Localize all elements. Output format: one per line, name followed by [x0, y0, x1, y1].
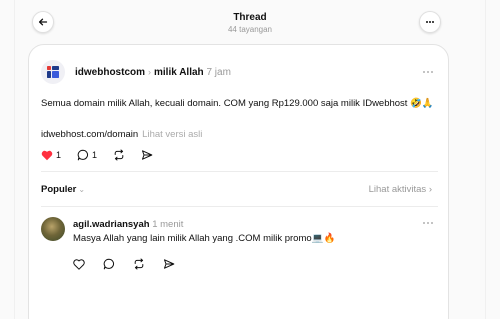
- page-border-right: [485, 0, 486, 319]
- chevron-right-icon: ›: [428, 184, 432, 195]
- breadcrumb-separator: ›: [148, 67, 152, 77]
- post-header: idwebhostcom › milik Allah 7 jam: [75, 67, 231, 78]
- reply-more-button[interactable]: [422, 216, 434, 228]
- post-more-button[interactable]: [422, 65, 434, 77]
- repost-icon: [114, 149, 124, 161]
- reply-like-button[interactable]: [73, 258, 85, 270]
- thread-card: idwebhostcom › milik Allah 7 jam Semua dom…: [28, 44, 449, 319]
- more-horizontal-icon: [423, 222, 433, 224]
- like-button[interactable]: 1: [41, 150, 61, 161]
- comment-icon: [103, 258, 115, 270]
- post-link[interactable]: idwebhost.com/domain: [41, 129, 138, 140]
- reply-comment-button[interactable]: [103, 258, 115, 270]
- reply-username[interactable]: agil.wadriansyah: [73, 219, 150, 230]
- comment-icon: [77, 149, 89, 161]
- reply-text: Masya Allah yang lain milik Allah yang .…: [73, 233, 336, 244]
- send-icon: [142, 150, 153, 160]
- post-text: Semua domain milik Allah, kecuali domain…: [41, 98, 434, 109]
- view-activity-label: Lihat aktivitas: [368, 184, 427, 195]
- reply-time: 1 menit: [152, 219, 184, 230]
- divider: [41, 171, 438, 172]
- more-horizontal-icon: [423, 71, 433, 73]
- view-activity-link[interactable]: Lihat aktivitas ›: [369, 184, 432, 195]
- repost-icon: [134, 258, 144, 270]
- post-time: 7 jam: [206, 67, 231, 78]
- like-count: 1: [56, 150, 62, 160]
- reply-button[interactable]: 1: [77, 149, 97, 161]
- send-icon: [164, 259, 175, 269]
- sort-label: Populer: [41, 184, 77, 195]
- reply-count: 1: [92, 150, 98, 160]
- more-options-button[interactable]: [419, 11, 441, 33]
- reply-avatar[interactable]: [41, 217, 65, 241]
- share-button[interactable]: [141, 149, 153, 161]
- page-border-left: [14, 0, 15, 319]
- sort-dropdown[interactable]: Populer ⌄: [41, 184, 85, 195]
- view-original-link[interactable]: Lihat versi asli: [142, 129, 202, 140]
- reply-actions: [73, 258, 193, 270]
- post-avatar[interactable]: [41, 60, 65, 84]
- more-horizontal-icon: [426, 21, 434, 23]
- heart-icon: [73, 258, 85, 270]
- reply-share-button[interactable]: [163, 258, 175, 270]
- top-bar: Thread 44 tayangan: [0, 0, 500, 44]
- post-link-row: idwebhost.com/domain Lihat versi asli: [41, 129, 202, 140]
- chevron-down-icon: ⌄: [78, 185, 86, 194]
- repost-button[interactable]: [113, 149, 125, 161]
- post-username[interactable]: idwebhostcom: [75, 67, 145, 78]
- idwebhost-logo-icon: [47, 66, 59, 78]
- reply-repost-button[interactable]: [133, 258, 145, 270]
- heart-filled-icon: [41, 150, 53, 160]
- post-actions: 1 1: [41, 149, 169, 161]
- reply-header: agil.wadriansyah 1 menit: [73, 219, 183, 230]
- divider: [41, 206, 438, 207]
- post-topic[interactable]: milik Allah: [154, 67, 204, 78]
